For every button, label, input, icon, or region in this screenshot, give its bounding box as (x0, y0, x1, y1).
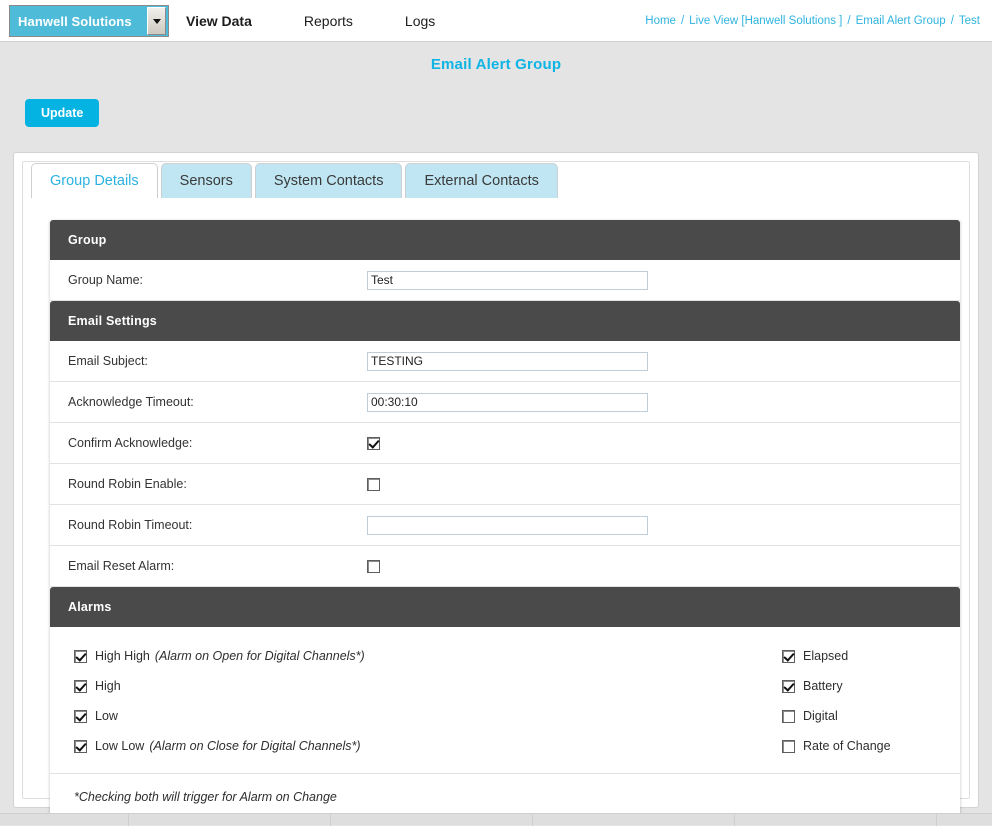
breadcrumb-separator: / (951, 15, 954, 27)
alarm-battery-checkbox[interactable] (782, 680, 795, 693)
email-reset-alarm-checkbox[interactable] (367, 560, 380, 573)
alarm-rate-of-change-checkbox[interactable] (782, 740, 795, 753)
window-footer-band (0, 813, 992, 825)
alarm-low-low-label: Low Low (95, 739, 144, 753)
alarms-column-left: High High (Alarm on Open for Digital Cha… (50, 641, 720, 761)
group-details-form: Group Group Name: Email Settings Email S… (50, 220, 960, 820)
top-navigation-bar: Hanwell Solutions View Data Reports Logs… (0, 0, 992, 42)
alarm-row-low: Low (74, 701, 720, 731)
alarm-row-high-high: High High (Alarm on Open for Digital Cha… (74, 641, 720, 671)
tab-bar: Group Details Sensors System Contacts Ex… (23, 161, 561, 198)
round-robin-enable-checkbox[interactable] (367, 478, 380, 491)
alarms-column-right: Elapsed Battery Digital Rate of Cha (720, 641, 960, 761)
section-header-group: Group (50, 220, 960, 260)
chevron-down-icon[interactable] (147, 7, 166, 35)
alarm-battery-label: Battery (803, 679, 843, 693)
caret-glyph (153, 19, 161, 24)
breadcrumb-email-alert-group[interactable]: Email Alert Group (856, 15, 946, 27)
alarm-high-high-label: High High (95, 649, 150, 663)
acknowledge-timeout-input[interactable] (367, 393, 648, 412)
alarm-row-low-low: Low Low (Alarm on Close for Digital Chan… (74, 731, 720, 761)
field-row-acknowledge-timeout: Acknowledge Timeout: (50, 382, 960, 423)
site-selector-value: Hanwell Solutions (10, 14, 147, 29)
alarm-row-battery: Battery (782, 671, 960, 701)
alarm-high-high-note: (Alarm on Open for Digital Channels*) (155, 649, 365, 663)
alarm-low-checkbox[interactable] (74, 710, 87, 723)
label-group-name: Group Name: (68, 273, 367, 287)
alarms-body: High High (Alarm on Open for Digital Cha… (50, 627, 960, 774)
tab-external-contacts[interactable]: External Contacts (405, 163, 557, 198)
alarm-row-rate-of-change: Rate of Change (782, 731, 960, 761)
alarm-digital-checkbox[interactable] (782, 710, 795, 723)
label-email-subject: Email Subject: (68, 354, 367, 368)
field-row-email-reset-alarm: Email Reset Alarm: (50, 546, 960, 587)
label-confirm-acknowledge: Confirm Acknowledge: (68, 436, 367, 450)
alarm-row-high: High (74, 671, 720, 701)
label-email-reset-alarm: Email Reset Alarm: (68, 559, 367, 573)
update-button-wrap: Update (25, 99, 992, 127)
field-row-group-name: Group Name: (50, 260, 960, 301)
alarm-high-high-checkbox[interactable] (74, 650, 87, 663)
field-row-round-robin-timeout: Round Robin Timeout: (50, 505, 960, 546)
tab-sensors[interactable]: Sensors (161, 163, 252, 198)
content-panel-inner: Group Details Sensors System Contacts Ex… (22, 161, 970, 799)
update-button[interactable]: Update (25, 99, 99, 127)
section-header-alarms: Alarms (50, 587, 960, 627)
breadcrumb-separator: / (681, 15, 684, 27)
content-panel: Group Details Sensors System Contacts Ex… (13, 152, 979, 808)
site-selector-dropdown[interactable]: Hanwell Solutions (9, 5, 169, 37)
label-acknowledge-timeout: Acknowledge Timeout: (68, 395, 367, 409)
alarm-row-elapsed: Elapsed (782, 641, 960, 671)
alarm-low-low-checkbox[interactable] (74, 740, 87, 753)
breadcrumb-home[interactable]: Home (645, 15, 676, 27)
alarm-row-digital: Digital (782, 701, 960, 731)
breadcrumb-live-view[interactable]: Live View [Hanwell Solutions ] (689, 15, 842, 27)
alarm-high-label: High (95, 679, 121, 693)
email-subject-input[interactable] (367, 352, 648, 371)
label-round-robin-enable: Round Robin Enable: (68, 477, 367, 491)
field-row-round-robin-enable: Round Robin Enable: (50, 464, 960, 505)
alarm-elapsed-checkbox[interactable] (782, 650, 795, 663)
confirm-acknowledge-checkbox[interactable] (367, 437, 380, 450)
alarm-low-low-note: (Alarm on Close for Digital Channels*) (149, 739, 360, 753)
field-row-confirm-acknowledge: Confirm Acknowledge: (50, 423, 960, 464)
section-header-email-settings: Email Settings (50, 301, 960, 341)
nav-item-logs[interactable]: Logs (405, 13, 435, 29)
label-round-robin-timeout: Round Robin Timeout: (68, 518, 367, 532)
field-row-email-subject: Email Subject: (50, 341, 960, 382)
breadcrumb-separator: / (847, 15, 850, 27)
breadcrumb: Home / Live View [Hanwell Solutions ] / … (645, 0, 980, 42)
alarms-columns: High High (Alarm on Open for Digital Cha… (50, 641, 960, 761)
alarm-high-checkbox[interactable] (74, 680, 87, 693)
alarm-rate-of-change-label: Rate of Change (803, 739, 891, 753)
nav-item-reports[interactable]: Reports (304, 13, 353, 29)
group-name-input[interactable] (367, 271, 648, 290)
tab-system-contacts[interactable]: System Contacts (255, 163, 403, 198)
alarm-elapsed-label: Elapsed (803, 649, 848, 663)
breadcrumb-current: Test (959, 15, 980, 27)
nav-item-view-data[interactable]: View Data (186, 13, 252, 29)
page-title: Email Alert Group (0, 56, 992, 73)
alarm-digital-label: Digital (803, 709, 838, 723)
tab-group-details[interactable]: Group Details (31, 163, 158, 198)
round-robin-timeout-input[interactable] (367, 516, 648, 535)
main-nav: View Data Reports Logs (186, 0, 487, 42)
alarm-low-label: Low (95, 709, 118, 723)
